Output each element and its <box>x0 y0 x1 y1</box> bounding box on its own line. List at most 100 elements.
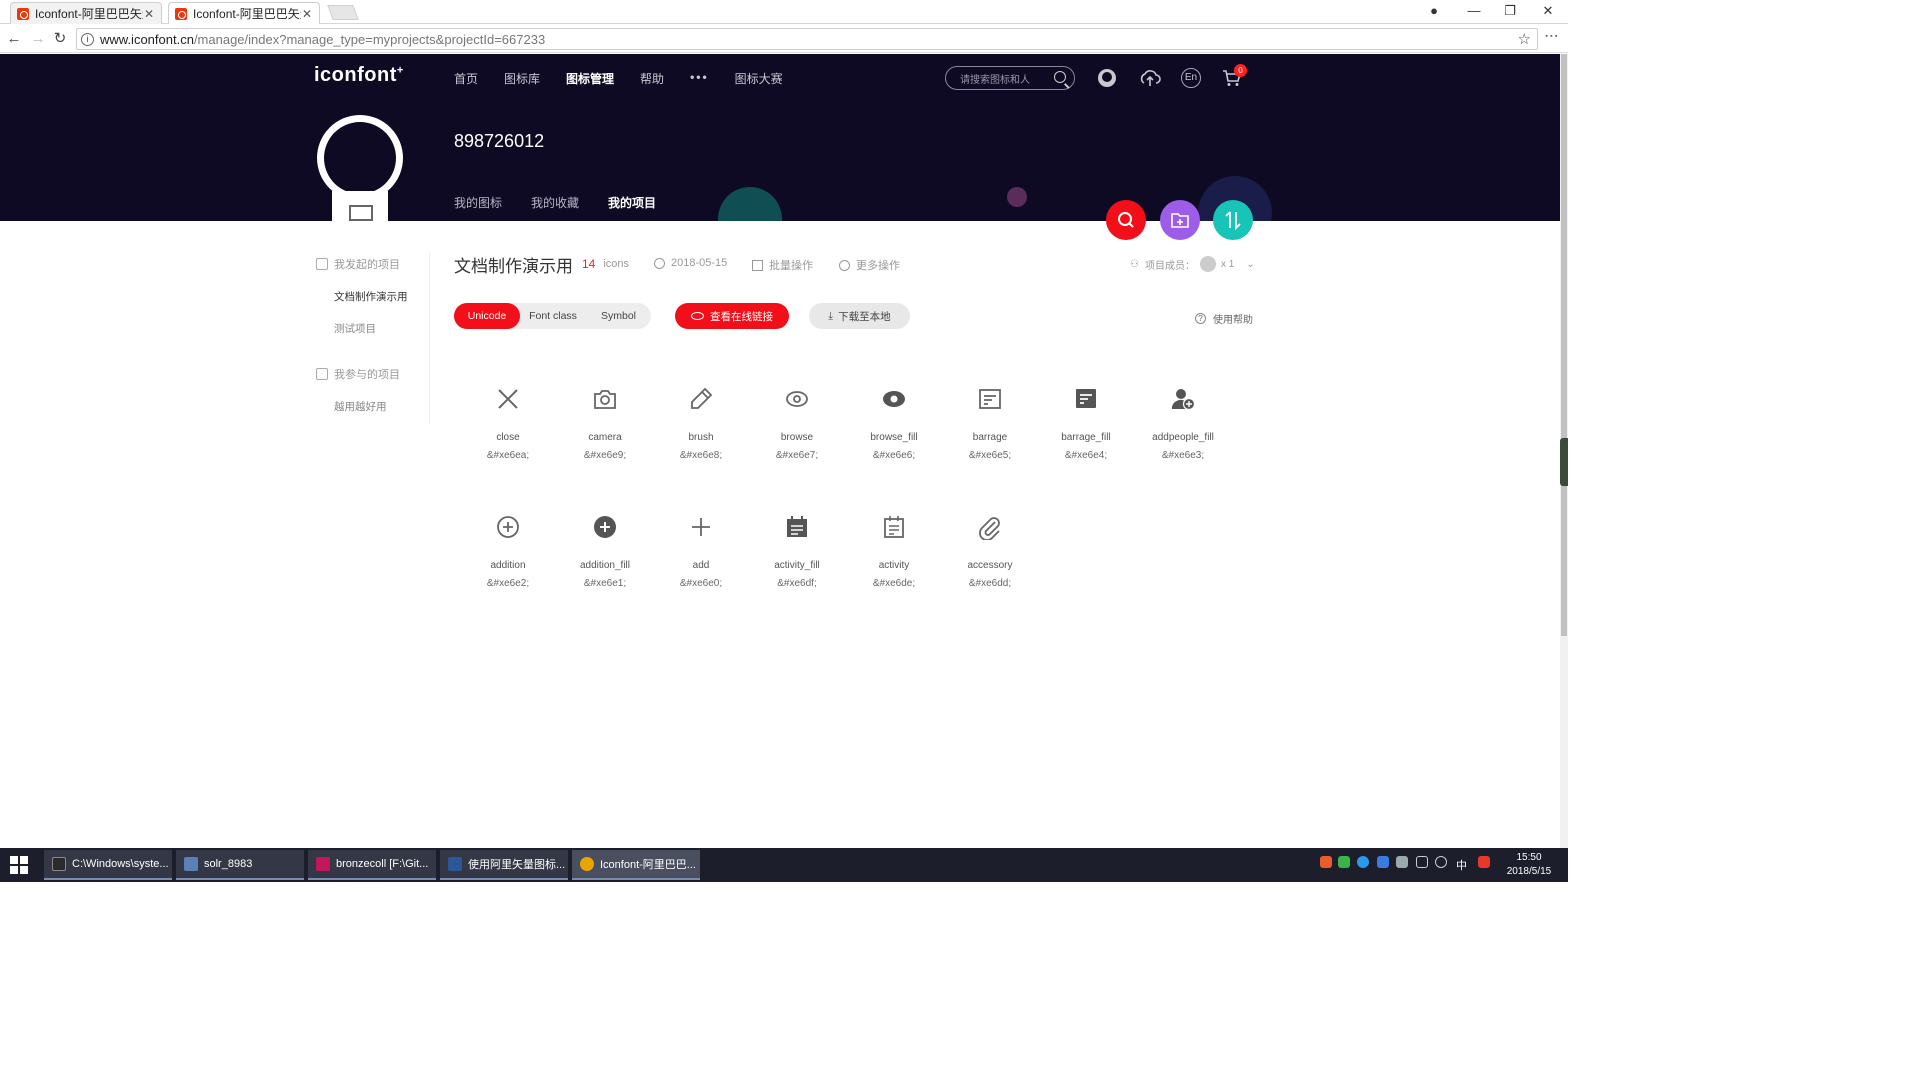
view-link-label: 查看在线链接 <box>710 310 773 323</box>
ime-indicator[interactable]: 中 <box>1456 857 1467 873</box>
avatar-ring <box>317 115 403 201</box>
sidebar-group-created[interactable]: 我发起的项目 <box>316 256 400 272</box>
windows-start-icon[interactable] <box>10 856 28 874</box>
icon-code: &#xe6e8; <box>679 450 723 461</box>
icon-item-addpeople-fill[interactable]: addpeople_fill &#xe6e3; <box>1135 386 1231 461</box>
sort-fab-button[interactable] <box>1213 200 1253 240</box>
bookmark-star-icon[interactable]: ☆ <box>1518 30 1531 48</box>
github-icon[interactable] <box>1097 68 1117 88</box>
taskbar-item-chrome[interactable]: Iconfont-阿里巴巴... <box>572 850 700 880</box>
icon-item-activity[interactable]: activity &#xe6de; <box>846 514 942 589</box>
site-header: iconfont+ 首页 图标库 图标管理 帮助 ••• 图标大赛 请搜索图标和… <box>0 54 1560 221</box>
icon-item-camera[interactable]: camera &#xe6e9; <box>557 386 653 461</box>
restore-button[interactable]: ❐ <box>1492 0 1528 22</box>
icon-item-browse-fill[interactable]: browse_fill &#xe6e6; <box>846 386 942 461</box>
tray-app-icon[interactable] <box>1396 856 1408 868</box>
side-drawer-tab[interactable] <box>1560 438 1568 486</box>
camera-icon <box>594 390 616 409</box>
minimize-button[interactable]: — <box>1456 0 1492 22</box>
tab-my-icons[interactable]: 我的图标 <box>454 194 502 221</box>
address-bar[interactable]: i www.iconfont.cn/manage/index?manage_ty… <box>76 28 1538 50</box>
avatar[interactable] <box>317 115 403 227</box>
question-icon: ? <box>1195 313 1206 324</box>
mode-font-class[interactable]: Font class <box>520 310 586 322</box>
taskbar-item-cmd[interactable]: C:\Windows\syste... <box>44 850 172 880</box>
back-icon[interactable]: ← <box>4 29 24 49</box>
browser-tab[interactable]: Iconfont-阿里巴巴矢量图 ✕ <box>10 2 162 24</box>
profile-icon[interactable]: ● <box>1416 0 1452 22</box>
sidebar-item-project[interactable]: 文档制作演示用 <box>334 289 408 304</box>
upload-icon[interactable] <box>1139 68 1161 88</box>
icon-item-add[interactable]: add &#xe6e0; <box>653 514 749 589</box>
browser-toolbar: ← → ↻ i www.iconfont.cn/manage/index?man… <box>0 25 1568 53</box>
mode-symbol[interactable]: Symbol <box>586 310 651 322</box>
tray-app-icon[interactable] <box>1320 856 1332 868</box>
icon-code: &#xe6e0; <box>679 578 723 589</box>
new-tab-button[interactable] <box>327 5 359 20</box>
reload-icon[interactable]: ↻ <box>50 29 70 49</box>
nav-more[interactable]: ••• <box>690 70 709 87</box>
close-window-button[interactable]: ✕ <box>1530 0 1566 22</box>
mode-unicode[interactable]: Unicode <box>454 303 520 329</box>
site-info-icon[interactable]: i <box>81 32 94 46</box>
tab-my-favorites[interactable]: 我的收藏 <box>531 194 579 221</box>
wechat-icon[interactable] <box>1338 856 1350 868</box>
close-tab-icon[interactable]: ✕ <box>143 7 155 21</box>
view-online-link-button[interactable]: 查看在线链接 <box>675 303 789 329</box>
browser-tab-active[interactable]: Iconfont-阿里巴巴矢量图 ✕ <box>168 2 320 24</box>
language-switch[interactable]: En <box>1181 68 1201 88</box>
scrollbar-thumb[interactable] <box>1561 54 1567 636</box>
browser-menu-icon[interactable]: ⋮ <box>1544 29 1560 43</box>
icon-name: browse_fill <box>870 432 918 443</box>
download-button[interactable]: ⤓ 下载至本地 <box>809 303 910 329</box>
icon-item-close[interactable]: close &#xe6ea; <box>460 386 556 461</box>
nav-contest[interactable]: 图标大赛 <box>735 70 783 87</box>
icon-name: browse <box>780 432 814 443</box>
more-operations-button[interactable]: 更多操作 <box>839 257 900 273</box>
username: 898726012 <box>454 131 545 151</box>
project-members[interactable]: ⚇ 项目成员： x 1 ⌄ <box>1130 256 1255 272</box>
shield-icon[interactable] <box>1377 856 1389 868</box>
avatar-body <box>332 191 388 227</box>
members-icon: ⚇ <box>1130 258 1139 270</box>
sidebar-item-project[interactable]: 越用越好用 <box>334 399 387 414</box>
system-clock[interactable]: 15:50 2018/5/15 <box>1500 851 1558 879</box>
nav-icon-management[interactable]: 图标管理 <box>566 70 614 87</box>
sogou-input-icon[interactable] <box>1478 856 1490 868</box>
search-icon[interactable] <box>1054 71 1066 83</box>
batch-label: 批量操作 <box>769 260 813 272</box>
help-link[interactable]: ? 使用帮助 <box>1195 311 1253 326</box>
tray-app-icon[interactable] <box>1357 856 1369 868</box>
icon-item-activity-fill[interactable]: activity_fill &#xe6df; <box>749 514 845 589</box>
icon-item-addition-fill[interactable]: addition_fill &#xe6e1; <box>557 514 653 589</box>
batch-operations-button[interactable]: 批量操作 <box>752 257 813 273</box>
search-fab-button[interactable] <box>1106 200 1146 240</box>
taskbar-item-word[interactable]: 使用阿里矢量图标... <box>440 850 568 880</box>
sidebar-item-project[interactable]: 测试项目 <box>334 321 376 336</box>
network-icon[interactable] <box>1416 856 1428 868</box>
members-count: x 1 <box>1220 258 1235 270</box>
icon-item-brush[interactable]: brush &#xe6e8; <box>653 386 749 461</box>
taskbar-item-solr[interactable]: solr_8983 <box>176 850 304 880</box>
sidebar-group-joined[interactable]: 我参与的项目 <box>316 366 400 382</box>
tab-my-projects[interactable]: 我的项目 <box>608 194 656 221</box>
nav-home[interactable]: 首页 <box>454 70 478 87</box>
icon-code: &#xe6e9; <box>583 450 627 461</box>
volume-icon[interactable] <box>1435 856 1447 868</box>
icon-item-browse[interactable]: browse &#xe6e7; <box>749 386 845 461</box>
icon-item-barrage[interactable]: barrage &#xe6e5; <box>942 386 1038 461</box>
icon-item-barrage-fill[interactable]: barrage_fill &#xe6e4; <box>1038 386 1134 461</box>
close-tab-icon[interactable]: ✕ <box>301 7 313 21</box>
icon-item-accessory[interactable]: accessory &#xe6dd; <box>942 514 1038 589</box>
site-logo[interactable]: iconfont+ <box>314 64 404 87</box>
icon-item-addition[interactable]: addition &#xe6e2; <box>460 514 556 589</box>
forward-icon[interactable]: → <box>28 29 48 49</box>
site-search-input[interactable]: 请搜索图标和人 <box>945 66 1075 90</box>
taskbar-item-ide[interactable]: bronzecoll [F:\Git... <box>308 850 436 880</box>
tab-title: Iconfont-阿里巴巴矢量图 <box>193 7 301 21</box>
nav-help[interactable]: 帮助 <box>640 70 664 87</box>
nav-icon-library[interactable]: 图标库 <box>504 70 540 87</box>
sidebar-group-label: 我发起的项目 <box>334 259 400 271</box>
icon-name: camera <box>588 432 622 443</box>
add-folder-fab-button[interactable] <box>1160 200 1200 240</box>
